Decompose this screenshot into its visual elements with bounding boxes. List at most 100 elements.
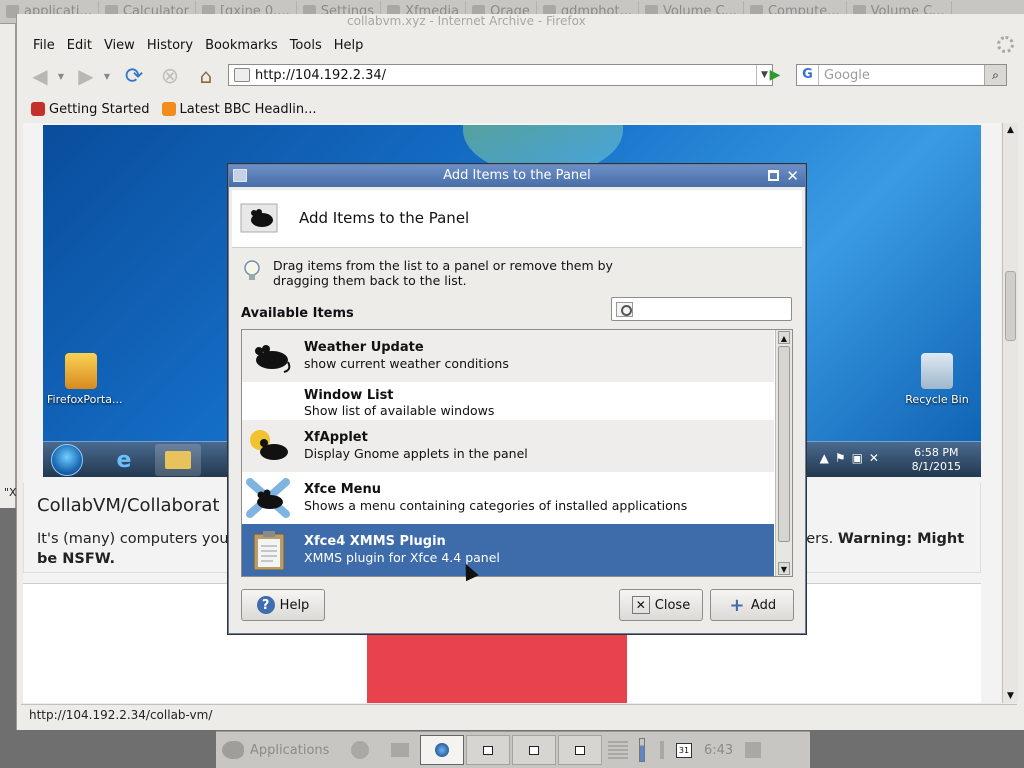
back-button[interactable]: ◀: [27, 64, 53, 88]
mouse-icon: [255, 345, 291, 373]
menu-help[interactable]: Help: [328, 38, 370, 53]
folder-icon: [165, 451, 191, 469]
list-scroll-thumb[interactable]: [778, 346, 790, 542]
cpu-graph-icon: [608, 741, 628, 759]
add-items-dialog: Add Items to the Panel ✕ Add Items to th…: [228, 164, 806, 634]
menu-edit[interactable]: Edit: [61, 38, 98, 53]
lightbulb-icon: [244, 260, 260, 280]
close-icon[interactable]: ✕: [786, 165, 799, 187]
list-scroll-down[interactable]: ▼: [778, 562, 790, 575]
forward-history-dropdown[interactable]: ▼: [101, 64, 113, 88]
search-icon: ⌕: [992, 68, 999, 82]
status-bar: http://104.192.2.34/collab-vm/: [21, 704, 1017, 724]
back-history-dropdown[interactable]: ▼: [55, 64, 67, 88]
volume-meter-icon: [639, 738, 645, 762]
workspace-3[interactable]: [512, 735, 556, 765]
workspace-2[interactable]: [466, 735, 510, 765]
url-bar[interactable]: http://104.192.2.34/ ▼: [228, 64, 773, 86]
window-icon: [529, 745, 539, 755]
ie-taskbar-button[interactable]: e: [101, 444, 147, 476]
window-title: collabvm.xyz - Internet Archive - Firefo…: [347, 14, 586, 28]
list-item[interactable]: Window List Show list of available windo…: [242, 382, 774, 420]
launcher-button[interactable]: [340, 735, 380, 765]
scroll-thumb[interactable]: [1005, 271, 1016, 341]
list-scroll-up[interactable]: ▲: [778, 331, 790, 344]
reload-button[interactable]: ⟳: [121, 64, 147, 89]
url-text[interactable]: http://104.192.2.34/: [255, 68, 386, 83]
panel-clock[interactable]: 6:43: [696, 743, 741, 758]
panel-mouse-icon: [240, 203, 278, 233]
list-scrollbar[interactable]: ▲ ▼: [775, 330, 792, 576]
calendar-button[interactable]: 31: [672, 735, 696, 765]
bookmarks-toolbar: Getting Started Latest BBC Headlin...: [17, 98, 1024, 120]
stop-icon: ⊗: [160, 63, 180, 89]
desktop-icon-firefox-portable[interactable]: FirefoxPorta...: [47, 353, 122, 406]
available-items-label: Available Items: [241, 306, 354, 321]
explorer-taskbar-button[interactable]: [155, 444, 201, 476]
scroll-up-arrow[interactable]: ▲: [1003, 123, 1018, 137]
window-icon: [575, 745, 585, 755]
volume-slider[interactable]: [652, 735, 672, 765]
screenshot-button[interactable]: [380, 735, 420, 765]
menu-view[interactable]: View: [98, 38, 141, 53]
scroll-down-arrow[interactable]: ▼: [1003, 689, 1018, 703]
system-tray[interactable]: ▲⚑▣✕: [820, 451, 885, 465]
logout-button[interactable]: [741, 735, 765, 765]
help-icon: ?: [256, 596, 275, 614]
site-identity-icon[interactable]: [234, 68, 250, 82]
page-scrollbar[interactable]: ▲ ▼: [1002, 123, 1018, 703]
add-button[interactable]: + Add: [710, 589, 794, 621]
window-icon: [483, 745, 493, 755]
recycle-bin-icon: [921, 353, 953, 389]
home-button[interactable]: ⌂: [193, 64, 219, 88]
clipboard-icon: [253, 531, 285, 570]
volume-meter[interactable]: [632, 735, 652, 765]
forward-arrow-icon: ▶: [78, 64, 94, 88]
workspace-1[interactable]: [420, 735, 464, 765]
items-list[interactable]: Weather Update show current weather cond…: [241, 329, 793, 577]
maximize-icon[interactable]: [768, 170, 779, 181]
close-button[interactable]: ✕ Close: [619, 589, 703, 621]
window-menu-icon[interactable]: [233, 169, 247, 182]
internet-explorer-icon: e: [116, 447, 132, 473]
menu-file[interactable]: File: [27, 38, 61, 53]
firefox-portable-icon: [65, 353, 97, 389]
globe-icon: [435, 743, 449, 757]
list-item[interactable]: XfApplet Display Gnome applets in the pa…: [242, 420, 774, 472]
menu-bookmarks[interactable]: Bookmarks: [199, 38, 284, 53]
list-item[interactable]: Weather Update show current weather cond…: [242, 330, 774, 382]
desktop-icon-recycle-bin[interactable]: Recycle Bin: [903, 353, 971, 406]
home-icon: ⌂: [199, 64, 213, 88]
bottom-panel: Applications 31 6:43: [216, 731, 810, 768]
firefox-bookmark-icon: [31, 102, 45, 116]
throbber-gear-icon: [997, 36, 1014, 53]
forward-button[interactable]: ▶: [73, 64, 99, 88]
search-bar[interactable]: G Google ⌕: [796, 64, 1007, 86]
menu-history[interactable]: History: [141, 38, 199, 53]
search-button[interactable]: ⌕: [984, 65, 1006, 85]
applications-menu-button[interactable]: Applications: [216, 741, 340, 759]
bookmark-getting-started[interactable]: Getting Started: [31, 102, 150, 117]
search-engine-icon[interactable]: G: [797, 65, 819, 85]
dialog-titlebar[interactable]: Add Items to the Panel ✕: [229, 165, 805, 187]
search-input[interactable]: Google: [819, 68, 870, 83]
list-item[interactable]: Xfce Menu Shows a menu containing catego…: [242, 472, 774, 524]
dialog-header: Add Items to the Panel: [232, 190, 802, 248]
close-x-icon: ✕: [631, 596, 650, 614]
windows-start-button[interactable]: [51, 444, 83, 476]
warning-text-2: be NSFW.: [37, 551, 116, 567]
warning-text: Warning: Might: [837, 531, 965, 547]
gnome-foot-mouse-icon: [250, 430, 288, 460]
stop-button[interactable]: ⊗: [157, 63, 183, 89]
dialog-heading: Add Items to the Panel: [299, 209, 470, 227]
go-button[interactable]: ▶: [766, 66, 784, 84]
xfce-menu-icon: [246, 478, 290, 518]
windows-clock[interactable]: 6:58 PM 8/1/2015: [912, 446, 961, 474]
workspace-4[interactable]: [558, 735, 602, 765]
help-button[interactable]: ? Help: [241, 589, 325, 621]
menu-tools[interactable]: Tools: [284, 38, 328, 53]
bookmark-bbc-headlines[interactable]: Latest BBC Headlin...: [161, 102, 317, 117]
image-icon: [391, 743, 409, 757]
list-item-selected[interactable]: Xfce4 XMMS Plugin XMMS plugin for Xfce 4…: [242, 524, 774, 576]
search-input[interactable]: [611, 297, 792, 321]
